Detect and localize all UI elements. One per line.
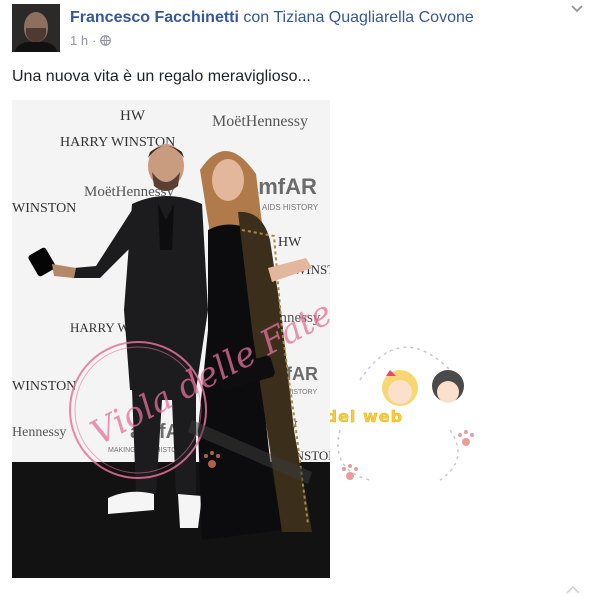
- author-avatar[interactable]: [12, 4, 60, 52]
- logo-moet-1: MoëtHennessy: [212, 113, 308, 130]
- post-photo[interactable]: HW HARRY WINSTON MoëtHennessy MoëtHennes…: [12, 100, 330, 578]
- post-header: Francesco Facchinetti con Tiziana Quagli…: [70, 9, 474, 27]
- with-word: con: [243, 9, 270, 26]
- post-meta: 1 h ·: [70, 33, 112, 48]
- logo-hw-2: HW: [278, 235, 302, 250]
- avatar-shoulders: [14, 42, 58, 52]
- chevron-down-icon-bottom: [566, 586, 580, 594]
- author-name[interactable]: Francesco Facchinetti: [70, 9, 239, 26]
- meta-separator: ·: [92, 33, 97, 48]
- facebook-post: Francesco Facchinetti con Tiziana Quagli…: [0, 0, 600, 596]
- la-magia-del-web-watermark: la magia del web: [330, 346, 474, 481]
- post-timestamp[interactable]: 1 h: [70, 33, 88, 48]
- avatar-beard: [26, 28, 46, 42]
- logo-winston-1: WINSTON: [12, 201, 76, 216]
- logo-hennessy-2: Hennessy: [12, 425, 66, 440]
- globe-icon[interactable]: [100, 35, 112, 46]
- post-message: Una nuova vita è un regalo meraviglioso.…: [12, 68, 311, 85]
- chevron-down-icon[interactable]: [570, 2, 584, 16]
- logo-winston-3: WINSTON: [12, 379, 76, 394]
- la-magia-text: la magia del web: [330, 407, 403, 426]
- logo-aids-history-1: AIDS HISTORY: [262, 203, 319, 212]
- logo-hw-1: HW: [120, 108, 146, 124]
- tagged-person[interactable]: Tiziana Quagliarella Covone: [273, 9, 473, 26]
